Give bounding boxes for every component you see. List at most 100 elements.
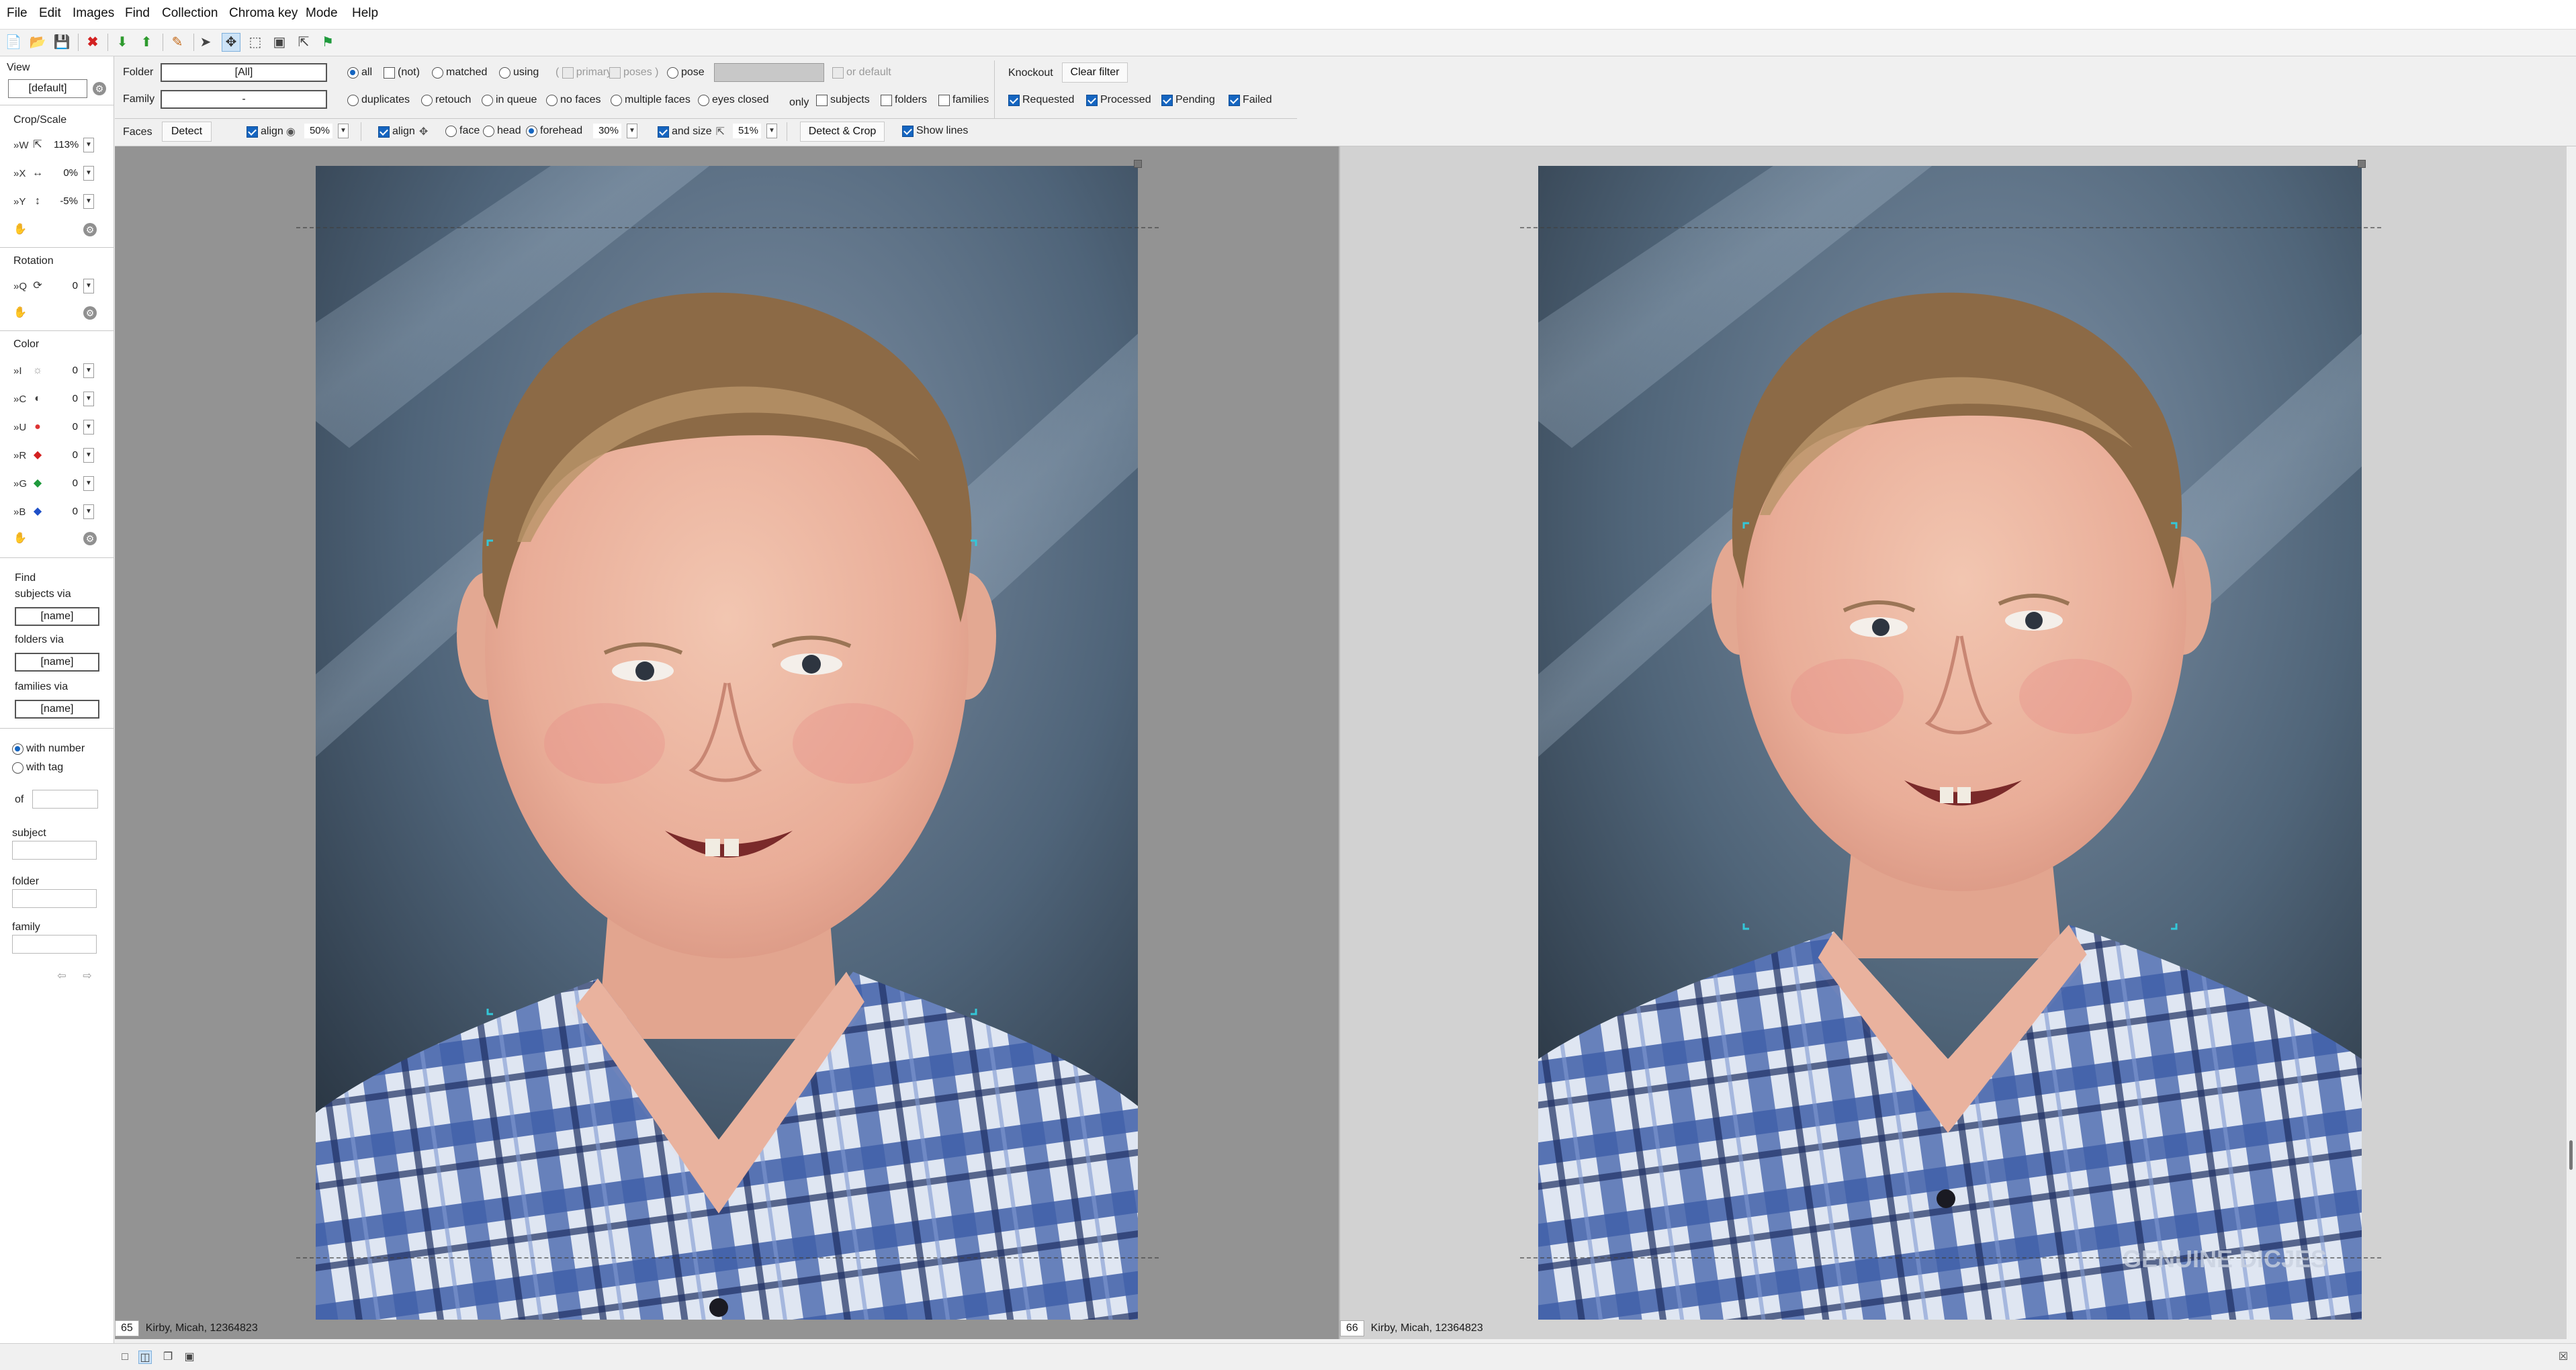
crop-reset-icon[interactable]: ⚙ (83, 223, 97, 236)
lock-view-icon[interactable]: ▣ (183, 1351, 196, 1364)
export-icon[interactable]: ⬆ (137, 33, 156, 52)
color-r-value[interactable]: 0 (54, 448, 81, 463)
only-families-checkbox[interactable]: families (938, 94, 989, 106)
menu-images[interactable]: Images (73, 6, 114, 21)
color-u-stepper[interactable]: ▼ (83, 420, 94, 435)
filter-matched-radio[interactable]: matched (432, 66, 487, 79)
rotation-value[interactable]: 0 (54, 279, 81, 293)
filter-no-faces-radio[interactable]: no faces (546, 94, 601, 106)
flag-icon[interactable]: ⚑ (318, 33, 337, 52)
view-select[interactable]: [default] (8, 79, 87, 98)
families-via-field[interactable]: [name] (15, 700, 99, 719)
image-viewer-right[interactable]: GENUINE DICJES 66 Kirby, Micah, 12364823 (1339, 146, 2567, 1339)
color-lock-icon[interactable]: ✋ (13, 532, 27, 545)
folder-field[interactable]: [All] (161, 63, 327, 82)
of-field[interactable] (32, 790, 98, 809)
folder-field[interactable] (12, 889, 97, 908)
compare-view-icon[interactable]: ◫ (138, 1351, 152, 1364)
crop-handle-left[interactable] (1134, 160, 1142, 168)
with-tag-radio[interactable]: with tag (12, 762, 63, 774)
forehead-percent-value[interactable]: 30% (593, 124, 621, 138)
size-percent-value[interactable]: 51% (733, 124, 761, 138)
filter-retouch-radio[interactable]: retouch (421, 94, 471, 106)
scrollbar-thumb[interactable] (2569, 1140, 2573, 1170)
color-i-value[interactable]: 0 (54, 363, 81, 378)
family-field[interactable]: - (161, 90, 327, 109)
portrait-photo-right[interactable]: GENUINE DICJES (1538, 166, 2362, 1320)
align-checkbox-2[interactable]: align ✥ (378, 125, 428, 138)
image-viewer-left[interactable]: 65 Kirby, Micah, 12364823 (115, 146, 1339, 1339)
filter-not-checkbox[interactable]: (not) (384, 66, 420, 79)
size-percent-stepper[interactable]: ▼ (766, 124, 777, 138)
head-radio[interactable]: head (483, 125, 521, 137)
align-percent-value[interactable]: 50% (304, 124, 332, 138)
detect-crop-button[interactable]: Detect & Crop (800, 122, 885, 142)
grid-view-icon[interactable]: ❐ (161, 1351, 175, 1364)
crop-lock-icon[interactable]: ✋ (13, 223, 27, 236)
or-default-checkbox[interactable]: or default (832, 66, 891, 79)
knockout-processed-checkbox[interactable]: Processed (1086, 94, 1151, 106)
close-panel-icon[interactable]: ☒ (2557, 1351, 2570, 1364)
pointer-icon[interactable]: ➤ (196, 33, 215, 52)
with-number-radio[interactable]: with number (12, 743, 85, 755)
knockout-requested-checkbox[interactable]: Requested (1008, 94, 1074, 106)
new-icon[interactable]: 📄 (4, 33, 23, 52)
crop-w-stepper[interactable]: ▼ (83, 138, 94, 152)
filter-in-queue-radio[interactable]: in queue (482, 94, 537, 106)
delete-icon[interactable]: ✖ (83, 33, 102, 52)
show-lines-checkbox[interactable]: Show lines (902, 125, 968, 137)
subject-field[interactable] (12, 841, 97, 860)
color-u-value[interactable]: 0 (54, 420, 81, 435)
menu-file[interactable]: File (7, 6, 28, 21)
single-view-icon[interactable]: □ (118, 1351, 132, 1364)
select-crop-icon[interactable]: ⬚ (246, 33, 265, 52)
color-g-stepper[interactable]: ▼ (83, 476, 94, 491)
filter-pose-radio[interactable]: pose (667, 66, 705, 79)
filter-poses-checkbox[interactable]: poses ) (609, 66, 658, 79)
menu-help[interactable]: Help (352, 6, 378, 21)
forehead-percent-stepper[interactable]: ▼ (627, 124, 637, 138)
color-i-stepper[interactable]: ▼ (83, 363, 94, 378)
menu-edit[interactable]: Edit (39, 6, 61, 21)
vertical-scrollbar[interactable] (2567, 146, 2576, 1339)
color-b-stepper[interactable]: ▼ (83, 504, 94, 519)
filter-primary-checkbox[interactable]: ( primary (556, 66, 612, 79)
align-icon[interactable]: ⇱ (294, 33, 313, 52)
fit-icon[interactable]: ▣ (270, 33, 289, 52)
menu-collection[interactable]: Collection (162, 6, 218, 21)
knockout-failed-checkbox[interactable]: Failed (1229, 94, 1272, 106)
color-c-value[interactable]: 0 (54, 392, 81, 406)
filter-duplicates-radio[interactable]: duplicates (347, 94, 410, 106)
import-icon[interactable]: ⬇ (113, 33, 132, 52)
color-r-stepper[interactable]: ▼ (83, 448, 94, 463)
align-percent-stepper[interactable]: ▼ (338, 124, 349, 138)
rotation-reset-icon[interactable]: ⚙ (83, 306, 97, 320)
crop-y-stepper[interactable]: ▼ (83, 194, 94, 209)
crop-w-value[interactable]: 113% (54, 138, 81, 152)
pose-select[interactable] (714, 63, 824, 82)
filter-eyes-closed-radio[interactable]: eyes closed (698, 94, 769, 106)
menu-mode[interactable]: Mode (306, 6, 338, 21)
folders-via-field[interactable]: [name] (15, 653, 99, 672)
only-folders-checkbox[interactable]: folders (881, 94, 927, 106)
filter-all-radio[interactable]: all (347, 66, 372, 79)
color-reset-icon[interactable]: ⚙ (83, 532, 97, 545)
crop-handle-right[interactable] (2358, 160, 2366, 168)
save-icon[interactable]: 💾 (52, 33, 71, 52)
previous-arrow-icon[interactable]: ⇦ (55, 970, 69, 983)
menu-chroma-key[interactable]: Chroma key (229, 6, 298, 21)
face-radio[interactable]: face (445, 125, 480, 137)
subjects-via-field[interactable]: [name] (15, 607, 99, 626)
color-b-value[interactable]: 0 (54, 504, 81, 519)
crop-x-value[interactable]: 0% (54, 166, 81, 181)
brush-icon[interactable]: ✎ (168, 33, 187, 52)
crop-y-value[interactable]: -5% (54, 194, 81, 209)
portrait-photo-left[interactable] (316, 166, 1138, 1320)
color-c-stepper[interactable]: ▼ (83, 392, 94, 406)
menu-find[interactable]: Find (125, 6, 150, 21)
crop-x-stepper[interactable]: ▼ (83, 166, 94, 181)
move-crop-icon[interactable]: ✥ (222, 33, 240, 52)
rotation-stepper[interactable]: ▼ (83, 279, 94, 293)
align-checkbox-1[interactable]: align ◉ (247, 125, 296, 138)
next-arrow-icon[interactable]: ⇨ (81, 970, 94, 983)
